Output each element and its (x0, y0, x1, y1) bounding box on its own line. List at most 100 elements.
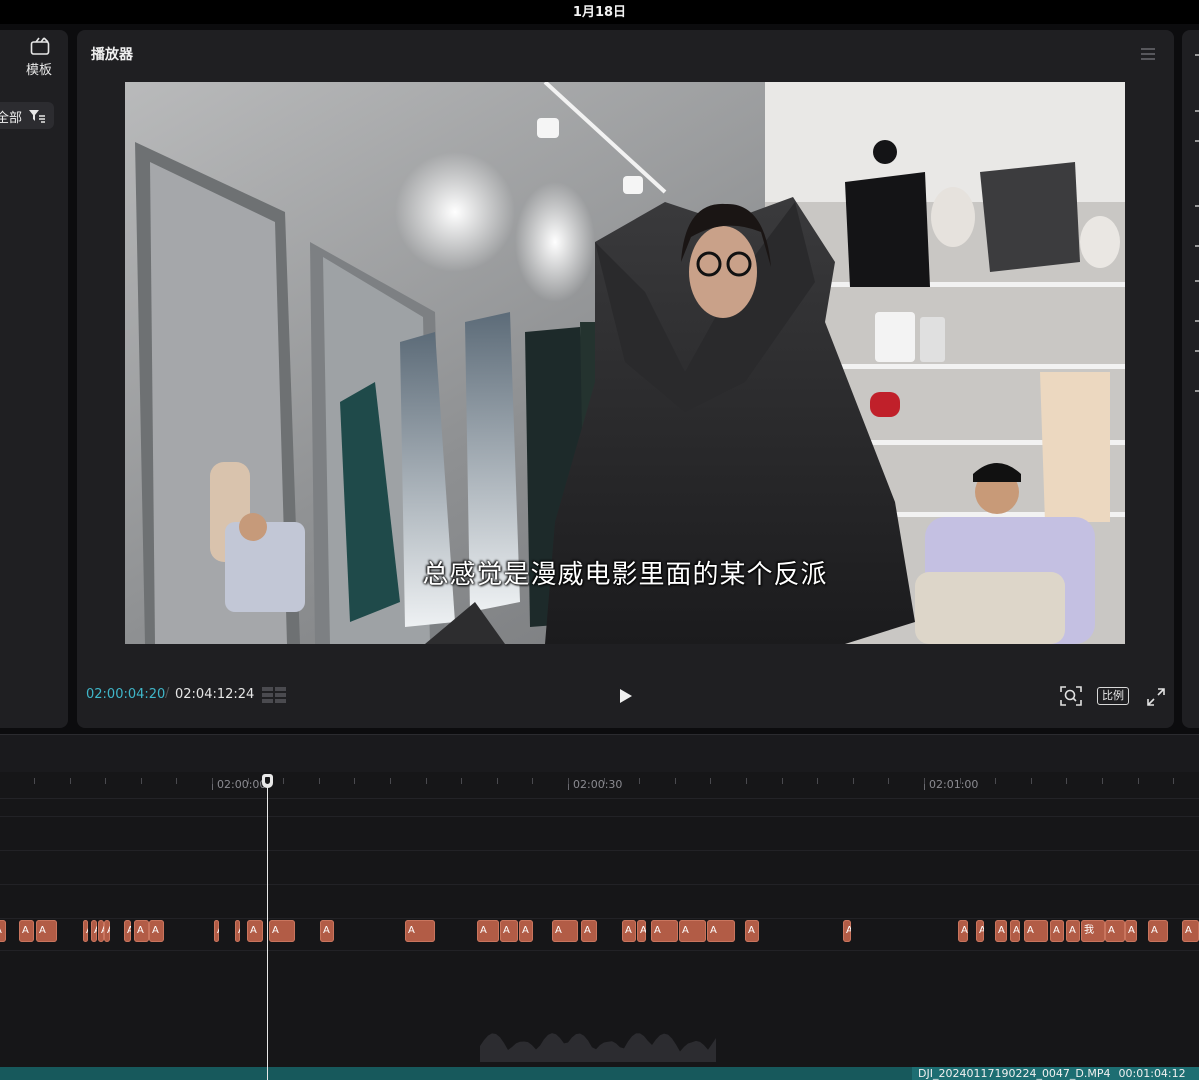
text-clip[interactable]: A (0, 920, 6, 942)
menu-icon[interactable] (1140, 47, 1156, 61)
text-clip[interactable]: A (581, 920, 597, 942)
text-clip[interactable]: A (552, 920, 578, 942)
left-media-panel: 模板 全部 (0, 30, 68, 728)
text-clip[interactable]: A (1125, 920, 1137, 942)
text-clip[interactable]: A (637, 920, 646, 942)
ruler-minor-tick (426, 778, 427, 784)
panel-edge-mark (1195, 245, 1199, 247)
text-clip[interactable]: A (707, 920, 735, 942)
track-separator (0, 850, 1199, 851)
ruler-minor-tick (176, 778, 177, 784)
text-clip[interactable]: A (149, 920, 164, 942)
ruler-label: 02:00:30 (573, 778, 623, 791)
text-clip[interactable]: A (83, 920, 88, 942)
total-timecode: 02:04:12:24 (175, 687, 255, 702)
video-preview[interactable]: 总感觉是漫威电影里面的某个反派 (125, 82, 1125, 644)
waveform-shape (480, 1033, 716, 1062)
text-clip[interactable]: A (214, 920, 219, 942)
text-clip[interactable]: A (91, 920, 97, 942)
text-clip[interactable]: A (622, 920, 636, 942)
text-clip[interactable]: A (235, 920, 240, 942)
zoom-fit-icon[interactable] (1060, 686, 1082, 706)
panel-edge-mark (1195, 110, 1199, 112)
text-clip[interactable]: A (958, 920, 968, 942)
ruler-minor-tick (461, 778, 462, 784)
text-clip[interactable]: A (519, 920, 533, 942)
ruler-minor-tick (248, 778, 249, 784)
ruler-minor-tick (497, 778, 498, 784)
ruler-minor-tick (1102, 778, 1103, 784)
ruler-minor-tick (746, 778, 747, 784)
ruler-minor-tick (1031, 778, 1032, 784)
text-clip[interactable]: A (1182, 920, 1199, 942)
text-clip[interactable]: A (1010, 920, 1020, 942)
text-clip[interactable]: A (36, 920, 57, 942)
text-clip[interactable]: A (19, 920, 34, 942)
text-clip[interactable]: A (1066, 920, 1080, 942)
timeline[interactable]: 02:00:00 02:00:30 02:01:00 AAAAAAAAAAAAA… (0, 772, 1199, 1080)
fullscreen-icon[interactable] (1147, 688, 1165, 706)
player-title: 播放器 (91, 47, 133, 63)
panel-edge-mark (1195, 205, 1199, 207)
text-clip[interactable]: A (1050, 920, 1064, 942)
video-subtitle: 总感觉是漫威电影里面的某个反派 (422, 560, 828, 590)
ruler-minor-tick (710, 778, 711, 784)
text-clip[interactable]: 我 (1081, 920, 1105, 942)
track-separator (0, 816, 1199, 817)
text-clip[interactable]: A (1148, 920, 1168, 942)
play-icon[interactable] (619, 688, 633, 704)
panel-edge-mark (1195, 350, 1199, 352)
video-clip-name: DJI_20240117190224_0047_D.MP4 (918, 1067, 1111, 1080)
ruler-minor-tick (141, 778, 142, 784)
text-clip[interactable]: A (843, 920, 851, 942)
ruler-minor-tick (568, 778, 569, 784)
video-clip-duration: 00:01:04:12 (1118, 1067, 1186, 1080)
filter-all-button[interactable]: 全部 (0, 102, 54, 129)
ruler-minor-tick (1066, 778, 1067, 784)
template-icon[interactable] (30, 36, 50, 56)
playhead-handle[interactable] (262, 774, 273, 788)
text-clip[interactable]: A (477, 920, 499, 942)
ruler-minor-tick (960, 778, 961, 784)
timecode-separator: / (165, 686, 170, 701)
ruler-minor-tick (532, 778, 533, 784)
aspect-ratio-button[interactable]: 比例 (1097, 687, 1129, 705)
ruler-minor-tick (604, 778, 605, 784)
ruler-minor-tick (34, 778, 35, 784)
text-clip[interactable]: A (976, 920, 984, 942)
text-clip[interactable]: A (320, 920, 334, 942)
template-tab-label[interactable]: 模板 (26, 59, 52, 78)
ruler-minor-tick (853, 778, 854, 784)
text-clip[interactable]: A (104, 920, 110, 942)
text-clip[interactable]: A (745, 920, 759, 942)
text-clip[interactable]: A (500, 920, 518, 942)
text-clip[interactable]: A (1024, 920, 1048, 942)
video-clip-label[interactable]: DJI_20240117190224_0047_D.MP4 00:01:04:12 (912, 1067, 1199, 1080)
text-clip[interactable]: A (134, 920, 149, 942)
ruler-minor-tick (319, 778, 320, 784)
text-clip[interactable]: A (124, 920, 131, 942)
ruler-minor-tick (1138, 778, 1139, 784)
time-ruler[interactable]: 02:00:00 02:00:30 02:01:00 (0, 772, 1199, 799)
ruler-minor-tick (888, 778, 889, 784)
ruler-minor-tick (924, 778, 925, 784)
text-clip[interactable]: A (995, 920, 1007, 942)
system-status-bar: 1月18日 (0, 0, 1199, 24)
text-clip[interactable]: A (247, 920, 263, 942)
main-video-track[interactable]: DJI_20240117190224_0047_D.MP4 00:01:04:12 (0, 1067, 1199, 1080)
text-clip[interactable]: A (679, 920, 706, 942)
text-clip[interactable]: A (1105, 920, 1125, 942)
current-timecode: 02:00:04:20 (86, 687, 166, 702)
text-clip[interactable]: A (651, 920, 678, 942)
track-separator (0, 950, 1199, 951)
text-clip[interactable]: A (269, 920, 295, 942)
panel-edge-mark (1195, 320, 1199, 322)
status-date: 1月18日 (572, 5, 627, 20)
text-clip[interactable]: A (405, 920, 435, 942)
player-panel: 播放器 总感觉是漫威电影里面的某个反派 02:00:04:20 / 02:04:… (77, 30, 1174, 728)
panel-edge-mark (1195, 390, 1199, 392)
timecode-grid-icon[interactable] (262, 687, 288, 707)
panel-edge-mark (1195, 280, 1199, 282)
playhead-line (267, 786, 268, 1080)
timeline-toolbar (0, 734, 1199, 773)
